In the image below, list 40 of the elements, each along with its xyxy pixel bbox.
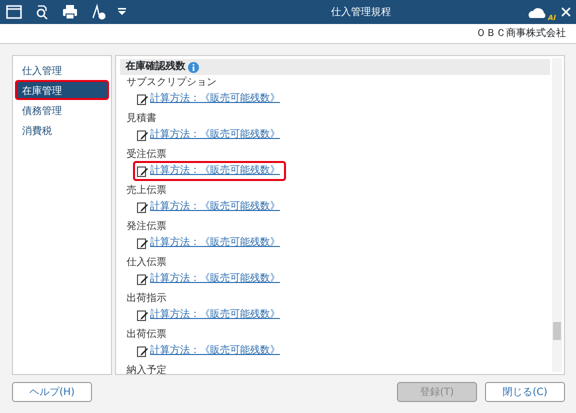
company-name: ＯＢＣ商事株式会社 xyxy=(476,26,566,41)
cloud-icon[interactable] xyxy=(526,5,547,19)
item-label: 発注伝票 xyxy=(126,221,166,233)
sidebar-item[interactable]: 債務管理 xyxy=(15,100,109,120)
info-icon[interactable] xyxy=(188,62,199,72)
calculation-method-link[interactable]: 計算方法：《販売可能残数》 xyxy=(132,125,286,145)
item-label: 売上伝票 xyxy=(126,185,166,197)
item-label: サブスクリプション xyxy=(126,77,216,89)
calculation-method-link[interactable]: 計算方法：《販売可能残数》 xyxy=(132,269,286,289)
sidebar-item[interactable]: 在庫管理 xyxy=(15,80,109,100)
window-title: 仕入管理規程 xyxy=(330,6,391,20)
edit-icon xyxy=(136,202,148,212)
item-label: 受注伝票 xyxy=(126,149,166,161)
calculation-method-link[interactable]: 計算方法：《販売可能残数》 xyxy=(132,341,286,361)
edit-icon xyxy=(136,238,148,248)
edit-icon xyxy=(136,166,148,176)
printer-icon[interactable] xyxy=(61,3,79,21)
edit-icon xyxy=(136,130,148,140)
calculation-method-link[interactable]: 計算方法：《販売可能残数》 xyxy=(132,89,286,109)
scrollbar[interactable] xyxy=(552,58,562,372)
item-label: 出荷指示 xyxy=(126,293,166,305)
close-button[interactable]: 閉じる(C) xyxy=(485,382,565,402)
sidebar-item[interactable]: 消費税 xyxy=(15,120,109,140)
sidebar-item[interactable]: 仕入管理 xyxy=(15,60,109,80)
edit-icon xyxy=(136,310,148,320)
dropdown-icon[interactable] xyxy=(117,7,127,17)
item-label: 見積書 xyxy=(126,113,156,125)
edit-icon xyxy=(136,94,148,104)
calculation-method-link[interactable]: 計算方法：《販売可能残数》 xyxy=(132,197,286,217)
calculation-method-link[interactable]: 計算方法：《販売可能残数》 xyxy=(132,161,286,181)
section-title: 在庫確認残数 xyxy=(126,59,186,74)
item-label: 出荷伝票 xyxy=(126,329,166,341)
window-icon[interactable] xyxy=(5,3,23,21)
calculation-method-link[interactable]: 計算方法：《販売可能残数》 xyxy=(132,305,286,325)
edit-icon xyxy=(136,274,148,284)
calculation-method-link[interactable]: 計算方法：《販売可能残数》 xyxy=(132,233,286,253)
close-icon[interactable] xyxy=(561,7,571,17)
item-label: 仕入伝票 xyxy=(126,257,166,269)
edit-icon xyxy=(136,346,148,356)
help-button[interactable]: ヘルプ(H) xyxy=(12,382,92,402)
